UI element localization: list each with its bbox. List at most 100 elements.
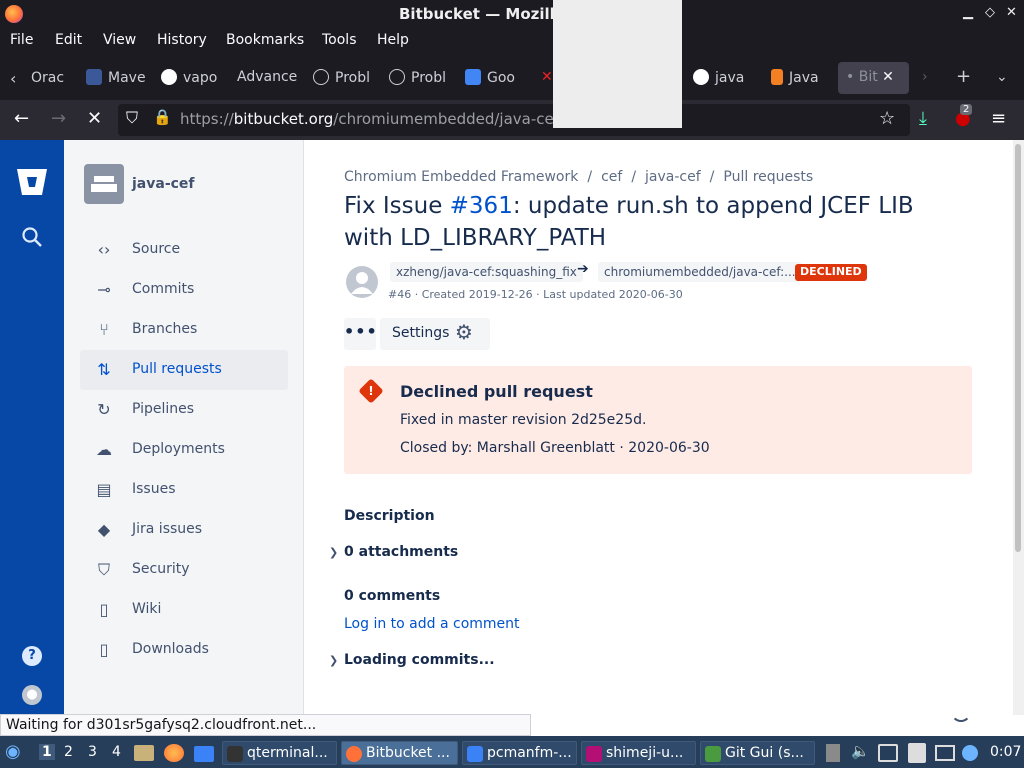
issue-link[interactable]: #361: [450, 193, 513, 219]
shield-icon[interactable]: ⛉: [126, 108, 138, 128]
sidebar-item-branches[interactable]: ⑂ Branches: [80, 310, 288, 350]
downloads-icon[interactable]: ⤓: [919, 108, 927, 129]
volume-icon[interactable]: 🔈: [851, 742, 870, 766]
file-manager-launcher-icon[interactable]: [134, 745, 154, 761]
workspace-4[interactable]: 4: [112, 744, 121, 760]
sidebar-item-deployments[interactable]: ☁ Deployments: [80, 430, 288, 470]
sidebar-item-pull-requests[interactable]: ⇅ Pull requests: [80, 350, 288, 390]
taskbar-window-pcmanfm[interactable]: pcmanfm-...: [462, 741, 577, 765]
sidebar-item-wiki[interactable]: ▯ Wiki: [80, 590, 288, 630]
stop-icon[interactable]: ✕: [87, 108, 102, 129]
sidebar-item-commits[interactable]: ⊸ Commits: [80, 270, 288, 310]
chevron-right-icon[interactable]: ❯: [329, 546, 338, 559]
tab-item[interactable]: Advance: [237, 62, 297, 94]
sidebar-item-security[interactable]: ⛉ Security: [80, 550, 288, 590]
more-actions-button[interactable]: •••: [344, 318, 377, 350]
tab-item[interactable]: Probl: [389, 62, 447, 94]
tab-active[interactable]: • Bit ✕: [838, 62, 909, 94]
forward-icon[interactable]: →: [51, 108, 66, 129]
back-icon[interactable]: ←: [14, 108, 29, 129]
taskbar-window-qterminal[interactable]: qterminal...: [222, 741, 337, 765]
close-icon[interactable]: ✕: [1006, 5, 1017, 20]
tab-item[interactable]: Probl: [313, 62, 371, 94]
tab-item[interactable]: Java: [771, 62, 825, 94]
scrollbar-thumb[interactable]: [1015, 144, 1021, 552]
tab-item[interactable]: Mave: [86, 62, 146, 94]
notification-icon[interactable]: [962, 745, 978, 761]
sidebar-item-source[interactable]: ‹› Source: [80, 230, 288, 270]
clipboard-icon[interactable]: [908, 743, 926, 763]
repo-avatar[interactable]: [84, 164, 124, 204]
repo-name[interactable]: java-cef: [132, 176, 195, 192]
hamburger-menu-icon[interactable]: ≡: [991, 108, 1006, 129]
author-avatar[interactable]: [346, 266, 378, 298]
breadcrumb-repo[interactable]: java-cef: [645, 169, 701, 185]
breadcrumb-pull-requests[interactable]: Pull requests: [723, 169, 813, 185]
lock-icon[interactable]: 🔒: [153, 108, 172, 126]
login-to-comment-link[interactable]: Log in to add a comment: [344, 616, 520, 632]
commits-icon: ⊸: [97, 280, 111, 299]
tab-scroll-left-icon[interactable]: ‹: [10, 62, 16, 94]
attachments-toggle[interactable]: 0 attachments: [344, 544, 458, 560]
menu-help[interactable]: Help: [377, 32, 409, 48]
tab-item[interactable]: Orac: [31, 62, 71, 94]
menu-history[interactable]: History: [157, 32, 207, 48]
tray-eject-icon[interactable]: [826, 744, 840, 762]
target-branch[interactable]: chromiumembedded/java-cef:...: [598, 262, 802, 282]
sidebar-item-pipelines[interactable]: ↻ Pipelines: [80, 390, 288, 430]
folder-launcher-icon[interactable]: [194, 746, 214, 762]
menu-tools[interactable]: Tools: [322, 32, 357, 48]
bookmark-star-icon[interactable]: ☆: [879, 108, 895, 129]
github-icon: [693, 69, 709, 85]
tray-display-icon[interactable]: [878, 744, 898, 762]
commits-toggle[interactable]: Loading commits...: [344, 652, 495, 668]
tab-item[interactable]: vapo: [161, 62, 223, 94]
firefox-icon: [5, 5, 23, 23]
tab-item[interactable]: java: [693, 62, 749, 94]
workspace-2[interactable]: 2: [64, 744, 73, 760]
menu-bookmarks[interactable]: Bookmarks: [226, 32, 304, 48]
tab-list-icon[interactable]: ⌄: [996, 62, 1008, 94]
branches-icon: ⑂: [99, 320, 109, 339]
workspace-3[interactable]: 3: [88, 744, 97, 760]
workspace-1[interactable]: 1: [39, 744, 55, 760]
firefox-launcher-icon[interactable]: [164, 744, 184, 762]
tab-scroll-right-icon[interactable]: ›: [922, 62, 928, 94]
firefox-icon: [346, 746, 362, 762]
search-icon[interactable]: [21, 226, 43, 248]
issues-icon: ▤: [96, 480, 112, 499]
menu-file[interactable]: File: [10, 32, 33, 48]
menu-edit[interactable]: Edit: [55, 32, 82, 48]
page-scrollbar[interactable]: [1013, 140, 1024, 715]
loading-spinner-icon: [951, 702, 971, 722]
help-icon[interactable]: ?: [22, 646, 42, 666]
network-icon[interactable]: [935, 745, 955, 761]
tab-close-icon[interactable]: ✕: [882, 69, 894, 85]
taskbar-window-firefox[interactable]: Bitbucket ...: [341, 741, 458, 765]
chevron-right-icon[interactable]: ❯: [329, 654, 338, 667]
source-branch[interactable]: xzheng/java-cef:squashing_fix: [390, 262, 583, 282]
sidebar-item-issues[interactable]: ▤ Issues: [80, 470, 288, 510]
info-icon: [313, 69, 329, 85]
settings-button[interactable]: Settings ⚙: [380, 318, 490, 350]
menu-view[interactable]: View: [103, 32, 136, 48]
system-taskbar: ◉ 1 2 3 4 qterminal... Bitbucket ... pcm…: [0, 736, 1024, 768]
taskbar-window-shimeji[interactable]: shimeji-u...: [581, 741, 696, 765]
source-icon: ‹›: [97, 240, 111, 259]
minimize-icon[interactable]: ▁: [963, 5, 973, 20]
start-menu-icon[interactable]: ◉: [5, 741, 27, 765]
new-tab-icon[interactable]: +: [956, 62, 971, 94]
bitbucket-logo-icon[interactable]: [16, 168, 48, 196]
breadcrumb-project[interactable]: cef: [601, 169, 622, 185]
taskbar-window-git-gui[interactable]: Git Gui (s...: [700, 741, 815, 765]
breadcrumb-workspace[interactable]: Chromium Embedded Framework: [344, 169, 578, 185]
pr-meta: #46 · Created 2019-12-26 · Last updated …: [388, 288, 683, 301]
tab-item[interactable]: Goo: [465, 62, 521, 94]
url-text[interactable]: https://bitbucket.org/chromiumembedded/j…: [180, 110, 583, 128]
maximize-icon[interactable]: ◇: [985, 5, 995, 20]
clock[interactable]: 0:07: [990, 744, 1021, 768]
user-avatar-icon[interactable]: ●: [22, 685, 42, 705]
sidebar-item-jira-issues[interactable]: ◆ Jira issues: [80, 510, 288, 550]
security-icon: ⛉: [97, 560, 110, 579]
sidebar-item-downloads[interactable]: ▯ Downloads: [80, 630, 288, 670]
